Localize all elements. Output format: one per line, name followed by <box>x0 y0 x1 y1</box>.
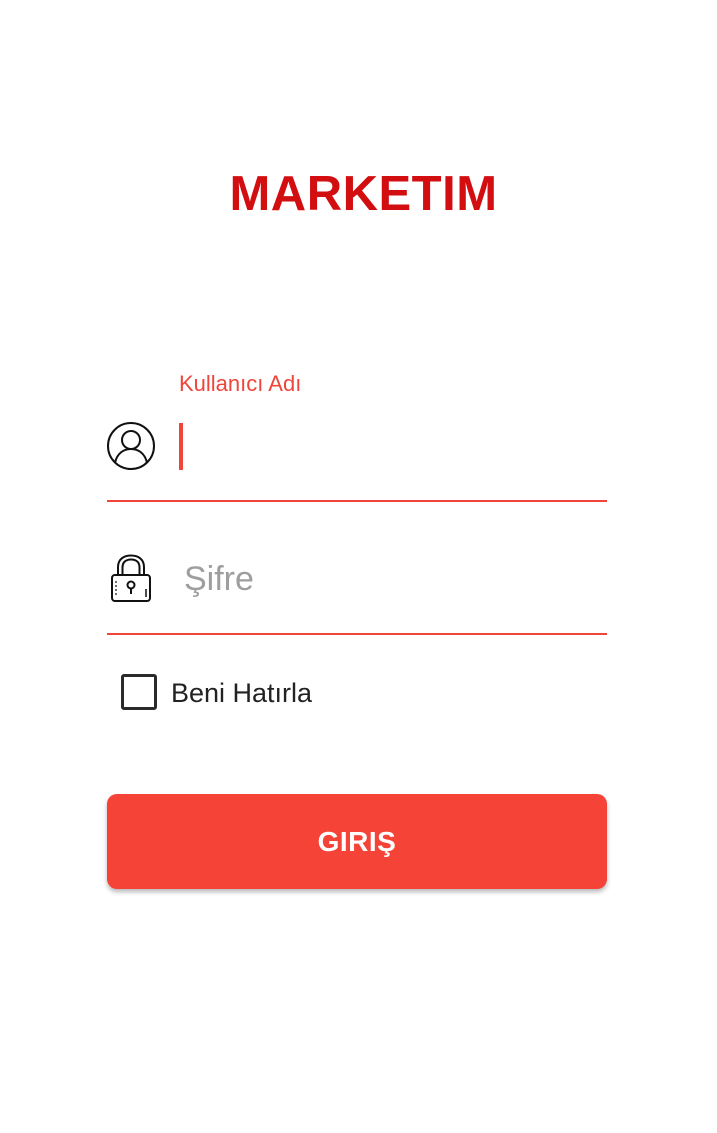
username-input[interactable] <box>175 418 607 474</box>
password-underline <box>107 633 607 635</box>
remember-me-label[interactable]: Beni Hatırla <box>171 676 312 710</box>
remember-me-checkbox[interactable] <box>121 674 157 710</box>
username-underline <box>107 500 607 502</box>
app-title: MARKETIM <box>229 167 498 221</box>
user-circle-icon <box>107 422 155 470</box>
text-caret <box>179 423 183 470</box>
username-label: Kullanıcı Adı <box>179 371 302 396</box>
lock-icon <box>111 554 151 602</box>
password-input[interactable] <box>184 553 607 605</box>
login-button[interactable]: GIRIŞ <box>107 794 607 889</box>
